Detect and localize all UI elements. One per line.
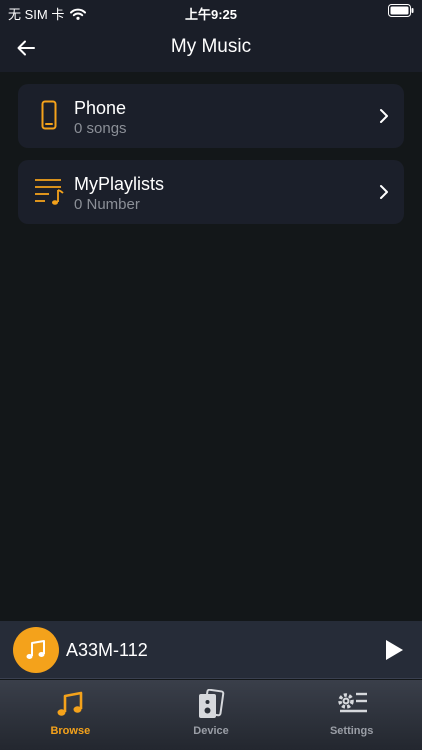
playlist-icon <box>34 174 64 208</box>
phone-icon <box>34 98 64 132</box>
list-item-phone[interactable]: Phone 0 songs <box>18 84 404 148</box>
device-icon <box>195 688 227 720</box>
nav-bar: My Music <box>0 24 422 72</box>
chevron-right-icon <box>380 185 388 199</box>
list-item-title: MyPlaylists <box>74 174 165 194</box>
chevron-right-icon <box>380 109 388 123</box>
tab-browse[interactable]: Browse <box>0 680 141 750</box>
list-item-subtitle: 0 Number <box>74 196 140 213</box>
list-item-subtitle: 0 songs <box>74 120 127 137</box>
now-playing-title: A33M-112 <box>66 640 148 660</box>
tab-label: Settings <box>329 725 374 737</box>
status-time: 上午9:25 <box>184 7 238 22</box>
tab-device[interactable]: Device <box>141 680 282 750</box>
settings-icon <box>336 688 368 720</box>
status-bar: 无 SIM 卡 上午9:25 <box>0 0 422 24</box>
tab-label: Device <box>193 725 229 737</box>
tab-label: Browse <box>50 725 91 737</box>
list-item-title: Phone <box>74 98 127 118</box>
music-note-icon <box>13 627 59 673</box>
play-icon[interactable] <box>384 639 404 661</box>
mini-player[interactable]: A33M-112 <box>0 621 422 679</box>
list-item-myplaylists[interactable]: MyPlaylists 0 Number <box>18 160 404 224</box>
music-source-list: Phone 0 songs MyPlaylists 0 Number <box>18 84 404 236</box>
battery-icon <box>388 4 414 20</box>
music-note-icon <box>54 688 86 720</box>
tab-bar: Browse Device Settings <box>0 680 422 750</box>
tab-settings[interactable]: Settings <box>281 680 422 750</box>
page-title: My Music <box>170 36 252 57</box>
